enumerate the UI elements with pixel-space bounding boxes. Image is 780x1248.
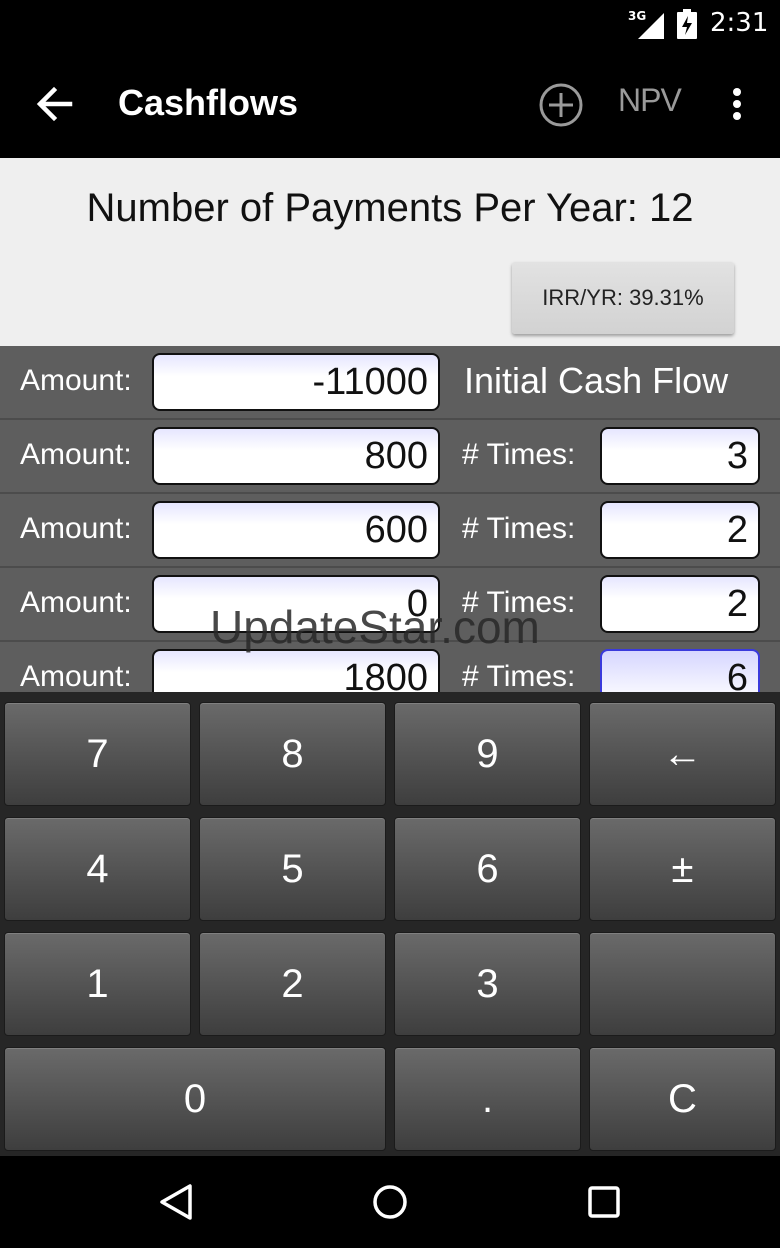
key-7[interactable]: 7: [4, 702, 191, 806]
key-1[interactable]: 1: [4, 932, 191, 1036]
overflow-menu-icon[interactable]: [728, 86, 746, 126]
key-clear[interactable]: C: [589, 1047, 776, 1151]
navigation-bar: [0, 1156, 780, 1248]
initial-amount-input[interactable]: -11000: [152, 353, 440, 411]
amount-input[interactable]: 0: [152, 575, 440, 633]
cashflow-list[interactable]: Amount: -11000 Initial Cash Flow Amount:…: [0, 346, 780, 692]
times-input[interactable]: 2: [600, 575, 760, 633]
header-panel: Number of Payments Per Year: 12 IRR/YR: …: [0, 158, 780, 346]
cashflow-row: Amount: 1800 # Times: 6: [0, 642, 780, 692]
initial-cashflow-row: Amount: -11000 Initial Cash Flow: [0, 346, 780, 420]
signal-icon: [638, 13, 664, 39]
amount-label: Amount:: [20, 660, 132, 692]
payments-per-year-label[interactable]: Number of Payments Per Year: 12: [0, 186, 780, 231]
amount-label: Amount:: [20, 586, 132, 619]
amount-label: Amount:: [20, 512, 132, 545]
key-5[interactable]: 5: [199, 817, 386, 921]
initial-cashflow-label: Initial Cash Flow: [464, 360, 729, 401]
keypad: 7 8 9 ← 4 5 6 ± 1 2 3 0 . C: [0, 692, 780, 1156]
key-2[interactable]: 2: [199, 932, 386, 1036]
amount-label: Amount:: [20, 364, 132, 397]
cashflow-row: Amount: 600 # Times: 2: [0, 494, 780, 568]
key-4[interactable]: 4: [4, 817, 191, 921]
nav-recents-icon[interactable]: [586, 1184, 622, 1220]
cashflow-row: Amount: 800 # Times: 3: [0, 420, 780, 494]
key-8[interactable]: 8: [199, 702, 386, 806]
app-bar: Cashflows NPV: [0, 50, 780, 158]
amount-input[interactable]: 1800: [152, 649, 440, 692]
key-plus-minus[interactable]: ±: [589, 817, 776, 921]
key-decimal[interactable]: .: [394, 1047, 581, 1151]
times-label: # Times:: [462, 660, 576, 692]
battery-icon: [676, 9, 698, 39]
times-label: # Times:: [462, 586, 576, 619]
nav-home-icon[interactable]: [370, 1182, 410, 1222]
key-6[interactable]: 6: [394, 817, 581, 921]
add-circle-icon[interactable]: [538, 82, 584, 128]
key-9[interactable]: 9: [394, 702, 581, 806]
times-label: # Times:: [462, 438, 576, 471]
signal-indicator: 3G: [628, 9, 664, 39]
amount-label: Amount:: [20, 438, 132, 471]
key-blank[interactable]: [589, 932, 776, 1036]
key-0[interactable]: 0: [4, 1047, 386, 1151]
times-input-focused[interactable]: 6: [600, 649, 760, 692]
times-input[interactable]: 2: [600, 501, 760, 559]
status-time: 2:31: [710, 8, 769, 38]
status-bar: 3G 2:31: [0, 0, 780, 50]
amount-input[interactable]: 600: [152, 501, 440, 559]
amount-input[interactable]: 800: [152, 427, 440, 485]
back-arrow-icon[interactable]: [34, 84, 74, 124]
npv-button[interactable]: NPV: [618, 82, 682, 119]
irr-button[interactable]: IRR/YR: 39.31%: [512, 262, 734, 334]
cashflow-row: Amount: 0 # Times: 2: [0, 568, 780, 642]
page-title: Cashflows: [118, 82, 299, 123]
times-input[interactable]: 3: [600, 427, 760, 485]
nav-back-icon[interactable]: [156, 1182, 196, 1222]
key-3[interactable]: 3: [394, 932, 581, 1036]
times-label: # Times:: [462, 512, 576, 545]
key-backspace[interactable]: ←: [589, 702, 776, 806]
